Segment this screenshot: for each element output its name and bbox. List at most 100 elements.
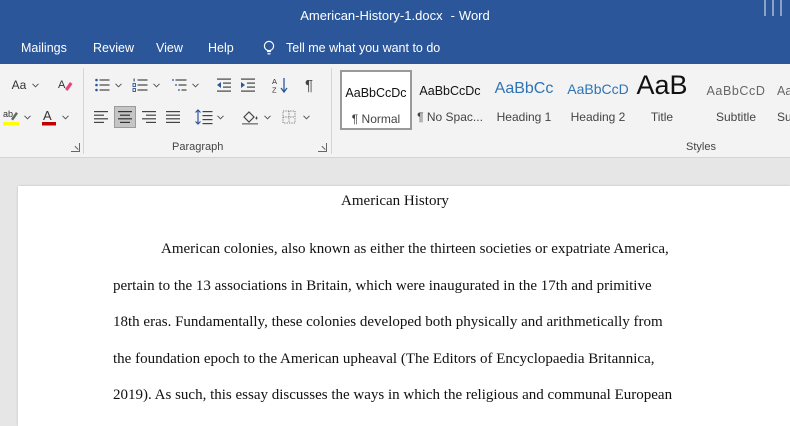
group-separator [83, 68, 84, 154]
change-case-dropdown[interactable] [32, 74, 39, 96]
style-name: Subtitle [715, 110, 757, 124]
line-spacing-dropdown[interactable] [217, 106, 224, 128]
numbering-button[interactable] [130, 74, 150, 96]
chevron-down-icon [24, 114, 31, 120]
style-name: ¶ Normal [351, 112, 401, 126]
style-name: Su [777, 110, 790, 124]
style-heading-2[interactable]: AaBbCcD Heading 2 [562, 70, 634, 130]
pilcrow-icon: ¶ [305, 77, 313, 93]
decrease-indent-button[interactable] [214, 74, 234, 96]
style-preview: AaB [636, 70, 688, 100]
line-spacing-icon [195, 109, 213, 125]
numbering-dropdown[interactable] [153, 74, 160, 96]
paragraph-line: the foundation epoch to the American uph… [113, 351, 655, 367]
multilevel-list-button[interactable] [169, 74, 189, 96]
bullet-list-icon [95, 78, 110, 92]
style-no-spacing[interactable]: AaBbCcDc ¶ No Spac... [414, 70, 486, 130]
lightbulb-icon [263, 40, 275, 55]
window-control-edge[interactable] [762, 0, 784, 20]
document-heading: American History [341, 193, 449, 209]
justify-button[interactable] [163, 106, 183, 128]
styles-gallery: AaBbCcDc ¶ Normal AaBbCcDc ¶ No Spac... … [340, 70, 790, 132]
sort-button[interactable]: A Z [270, 74, 290, 96]
paragraph-group-label: Paragraph [172, 141, 224, 153]
style-preview: AaBbCcD [567, 81, 629, 97]
svg-text:A: A [43, 108, 52, 123]
shading-button[interactable] [239, 106, 261, 128]
paragraph-line: American colonies, also known as either … [161, 241, 669, 257]
multilevel-dropdown[interactable] [192, 74, 199, 96]
style-subtle-emphasis[interactable]: AaBbCcD Su [774, 70, 790, 130]
style-heading-1[interactable]: AaBbCc Heading 1 [488, 70, 560, 130]
increase-indent-icon [241, 78, 255, 92]
paint-bucket-icon [242, 111, 258, 125]
style-preview: AaBbCcD [777, 84, 790, 98]
align-right-button[interactable] [139, 106, 159, 128]
borders-button[interactable] [279, 106, 299, 128]
chevron-down-icon [62, 114, 69, 120]
paragraph-line: 18th eras. Fundamentally, these colonies… [113, 314, 663, 330]
tell-me-search[interactable]: Tell me what you want to do [262, 40, 440, 58]
align-right-icon [142, 111, 156, 123]
align-left-icon [94, 111, 108, 123]
paragraph-dialog-launcher[interactable] [318, 143, 327, 152]
sort-az-icon: A Z [272, 77, 288, 95]
title-bar: American-History-1.docx - Word [0, 0, 790, 34]
style-title[interactable]: AaB Title [626, 70, 698, 130]
style-name: Title [650, 110, 674, 124]
tab-mailings[interactable]: Mailings [21, 41, 67, 55]
styles-group-label: Styles [686, 141, 716, 153]
style-preview: AaBbCcD [706, 84, 766, 98]
paragraph-line: 2019). As such, this essay discusses the… [113, 387, 673, 403]
bullets-dropdown[interactable] [115, 74, 122, 96]
font-dialog-launcher[interactable] [71, 143, 80, 152]
style-name: Heading 2 [570, 110, 626, 124]
font-color-button[interactable]: A [38, 106, 60, 128]
align-center-icon [118, 111, 132, 123]
borders-dropdown[interactable] [303, 106, 310, 128]
app-name: Word [458, 8, 490, 23]
style-name: Heading 1 [496, 110, 552, 124]
chevron-down-icon [264, 114, 271, 120]
tab-review[interactable]: Review [93, 41, 134, 55]
style-subtitle[interactable]: AaBbCcD Subtitle [700, 70, 772, 130]
chevron-down-icon [115, 82, 122, 88]
chevron-down-icon [192, 82, 199, 88]
change-case-label: Aa [11, 78, 27, 92]
tab-view[interactable]: View [156, 41, 183, 55]
font-color-icon: A [42, 108, 56, 126]
shading-dropdown[interactable] [264, 106, 271, 128]
tab-help[interactable]: Help [208, 41, 234, 55]
group-separator [331, 68, 332, 154]
ribbon-tab-bar: Mailings Review View Help Tell me what y… [0, 34, 790, 64]
justify-icon [166, 111, 180, 123]
chevron-down-icon [303, 114, 310, 120]
style-preview: AaBbCcDc [345, 86, 407, 100]
document-name: American-History-1.docx [300, 8, 443, 23]
increase-indent-button[interactable] [238, 74, 258, 96]
tell-me-text: Tell me what you want to do [286, 41, 441, 55]
title-separator: - [450, 8, 455, 23]
svg-text:A: A [58, 79, 66, 91]
bullets-button[interactable] [92, 74, 112, 96]
borders-icon [282, 110, 296, 124]
style-preview: AaBbCc [494, 80, 554, 97]
document-area: American History American colonies, also… [0, 158, 790, 426]
style-preview: AaBbCcDc [419, 84, 481, 98]
eraser-icon: A [58, 79, 73, 91]
align-center-button[interactable] [114, 106, 136, 128]
change-case-button[interactable]: Aa [8, 74, 30, 96]
style-normal[interactable]: AaBbCcDc ¶ Normal [340, 70, 412, 130]
highlighter-icon: ab [3, 109, 19, 126]
highlight-dropdown[interactable] [24, 106, 31, 128]
svg-text:Z: Z [272, 86, 277, 95]
show-formatting-marks-button[interactable]: ¶ [300, 74, 320, 96]
clear-formatting-button[interactable]: A [54, 74, 76, 96]
font-color-dropdown[interactable] [62, 106, 69, 128]
line-spacing-button[interactable] [194, 106, 214, 128]
align-left-button[interactable] [91, 106, 111, 128]
chevron-down-icon [217, 114, 224, 120]
document-page[interactable]: American History American colonies, also… [18, 186, 790, 426]
svg-text:¶: ¶ [305, 77, 313, 93]
text-highlight-button[interactable]: ab [0, 106, 22, 128]
